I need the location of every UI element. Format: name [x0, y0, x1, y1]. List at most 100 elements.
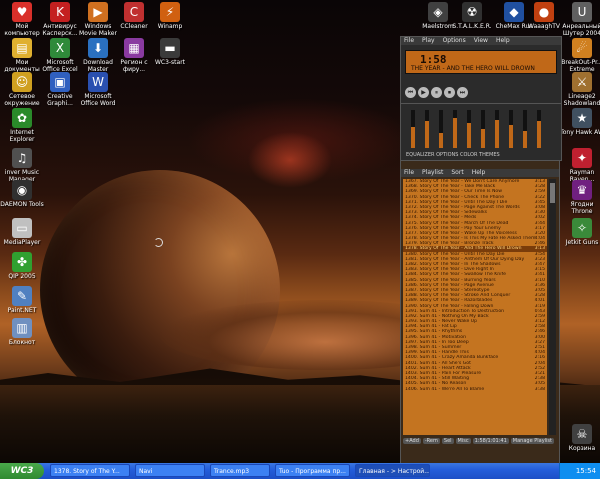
playlist-footer-button[interactable]: 1:58/1:01:41 — [472, 438, 509, 444]
winamp-playlist-window[interactable]: File Playlist Sort Help 1367. Story Of The … — [400, 160, 560, 463]
taskbar-task[interactable]: Trance.mp3 — [210, 464, 270, 477]
moviemaker-icon: ▶ — [88, 2, 108, 22]
desktop-icon[interactable]: ◉ DAEMON Tools — [0, 180, 44, 208]
winamp-display: 1:58 THE YEAR - AND THE HERO WILL DROWN — [405, 50, 557, 74]
playlist-scrollbar[interactable] — [549, 179, 556, 435]
desktop-icon-label: Ягодни Throne — [570, 201, 594, 215]
scrollbar-thumb[interactable] — [550, 183, 555, 203]
desktop-icon[interactable]: ▬ WC3-start — [148, 38, 192, 66]
desktop-icon[interactable]: ✎ Paint.NET — [0, 286, 44, 314]
desktop-icon[interactable]: ⚔ Lineage2 Shadowland — [560, 72, 600, 107]
desktop-icon[interactable]: ☠ Корзина — [560, 424, 600, 452]
playlist-track: 1406. Sum 41 - We're All To Blame — [405, 386, 485, 392]
player-control-button[interactable]: ⏮ — [405, 87, 416, 98]
desktop-icon-label: WC3-start — [154, 59, 186, 66]
player-control-button[interactable]: ⏹ — [444, 87, 455, 98]
playlist-menu-item[interactable]: Playlist — [422, 169, 443, 176]
winamp-controls: ⏮ ▶ ⏸ ⏹ ⏭ — [405, 79, 555, 99]
taskbar: WC3 1378. Story of The Y... Navi Trance.mp… — [0, 463, 600, 479]
eq-slider-level[interactable] — [453, 117, 457, 148]
daemon-tools-icon: ◉ — [12, 180, 32, 200]
desktop-icon-label: MediaPlayer — [3, 239, 41, 246]
recycle-bin-icon: ☠ — [572, 424, 592, 444]
desktop-icon[interactable]: ★ Tony Hawk AW — [560, 108, 600, 136]
winamp-menu-item[interactable]: File — [404, 37, 414, 44]
kaspersky-icon: K — [50, 2, 70, 22]
eq-slider-level[interactable] — [523, 130, 527, 148]
desktop-icon[interactable]: ✧ Jetkit Guns — [560, 218, 600, 246]
winamp-equalizer[interactable]: EQUALIZER OPTIONS COLOR THEMES — [400, 103, 562, 161]
ie-icon: ✿ — [12, 108, 32, 128]
lineage-icon: ⚔ — [572, 72, 592, 92]
desktop-icon[interactable]: ▥ Блокнот — [0, 318, 44, 346]
playlist-menu-item[interactable]: Help — [472, 169, 486, 176]
eq-slider-level[interactable] — [481, 129, 485, 148]
eq-slider-level[interactable] — [467, 123, 471, 148]
desktop-icon[interactable]: ✤ QIP 2005 — [0, 252, 44, 280]
desktop-icon-label: S.T.A.L.K.E.R. — [452, 23, 492, 30]
desktop-icon[interactable]: ✿ Internet Explorer — [0, 108, 44, 143]
eq-slider-level[interactable] — [495, 119, 499, 148]
winamp-menu-item[interactable]: Options — [443, 37, 466, 44]
playlist-menu-item[interactable]: Sort — [451, 169, 463, 176]
eq-slider-level[interactable] — [509, 125, 513, 148]
desktop-icon-label: QIP 2005 — [8, 273, 36, 280]
winamp-song-title: THE YEAR - AND THE HERO WILL DROWN — [411, 65, 535, 72]
eq-slider-level[interactable] — [411, 127, 415, 148]
playlist-footer-button[interactable]: Sel — [441, 438, 454, 444]
player-control-button[interactable]: ⏸ — [431, 87, 442, 98]
clock[interactable]: 15:54 — [576, 463, 596, 479]
start-button[interactable]: WC3 — [0, 463, 44, 479]
desktop-icon[interactable]: ♛ Ягодни Throne — [560, 180, 600, 215]
playlist-footer-button[interactable]: Manage Playlist — [510, 438, 555, 444]
taskbar-task[interactable]: Tuo - Программа пр... — [275, 464, 350, 477]
desktop-icon[interactable]: ♫inver Music Manager — [0, 148, 44, 183]
playlist-list[interactable]: 1367. Story Of The Year - We Don't Care … — [403, 179, 547, 435]
desktop: ♥ Мой компьютер K Антивирус Касперск... ▶ Win… — [0, 0, 600, 463]
graphics-icon: ▣ — [50, 72, 70, 92]
desktop-icon[interactable]: ✦Rayman Raven... — [560, 148, 600, 183]
excel-icon: X — [50, 38, 70, 58]
desktop-icon[interactable]: ▭ MediaPlayer — [0, 218, 44, 246]
moon-wallpaper — [154, 238, 163, 247]
shortcut-icon: ▬ — [160, 38, 180, 58]
winamp-menu-item[interactable]: Help — [496, 37, 510, 44]
documents-icon: ▤ — [12, 38, 32, 58]
desktop-icon[interactable]: U Анреальный Шутер 2004 — [560, 2, 600, 37]
playlist-footer-button[interactable]: -Rem — [422, 438, 440, 444]
desktop-icon-label: Tony Hawk AW — [560, 129, 600, 136]
throne-icon: ♛ — [572, 180, 592, 200]
archive-icon: ▦ — [124, 38, 144, 58]
desktop-icon[interactable]: W Microsoft Office Word — [76, 72, 120, 107]
winamp-menu-bar[interactable]: File Play Options View Help — [401, 37, 561, 45]
taskbar-task[interactable]: 1378. Story of The Y... — [50, 464, 130, 477]
winamp-menu-item[interactable]: View — [474, 37, 488, 44]
playlist-row[interactable]: 1406. Sum 41 - We're All To Blame 3:38 — [403, 387, 547, 392]
player-control-button[interactable]: ▶ — [418, 87, 429, 98]
desktop-icon-label: Корзина — [568, 445, 596, 452]
desktop-icon-label: Internet Explorer — [9, 129, 35, 143]
playlist-footer-button[interactable]: Misc — [455, 438, 471, 444]
equalizer-tabs[interactable]: EQUALIZER OPTIONS COLOR THEMES — [406, 152, 500, 158]
taskbar-task[interactable]: Navi — [135, 464, 205, 477]
network-icon: ☺ — [12, 72, 32, 92]
playlist-footer-button[interactable]: +Add — [403, 438, 421, 444]
eq-slider-level[interactable] — [425, 121, 429, 148]
desktop-icon[interactable]: ⚡ Winamp — [148, 2, 192, 30]
winamp-main-window[interactable]: File Play Options View Help 1:58 THE YEAR - … — [400, 36, 562, 105]
taskbar-task[interactable]: Главная - > Настрой... — [355, 464, 430, 477]
desktop-icon-label: Jetkit Guns — [565, 239, 599, 246]
desktop-icon-label: BreakOut-Pr... Extreme — [561, 59, 600, 73]
music-manager-icon: ♫ — [12, 148, 32, 168]
breakout-icon: ☄ — [572, 38, 592, 58]
desktop-icon[interactable]: ☢ S.T.A.L.K.E.R. — [450, 2, 494, 30]
winamp-menu-item[interactable]: Play — [422, 37, 435, 44]
tony-hawk-icon: ★ — [572, 108, 592, 128]
playlist-menu-item[interactable]: File — [404, 169, 414, 176]
eq-slider-level[interactable] — [439, 132, 443, 148]
playlist-menu-bar[interactable]: File Playlist Sort Help — [401, 169, 559, 177]
eq-slider-level[interactable] — [537, 121, 541, 148]
desktop-icon[interactable]: ☄ BreakOut-Pr... Extreme — [560, 38, 600, 73]
waaaghtv-icon: ● — [534, 2, 554, 22]
player-control-button[interactable]: ⏭ — [457, 87, 468, 98]
